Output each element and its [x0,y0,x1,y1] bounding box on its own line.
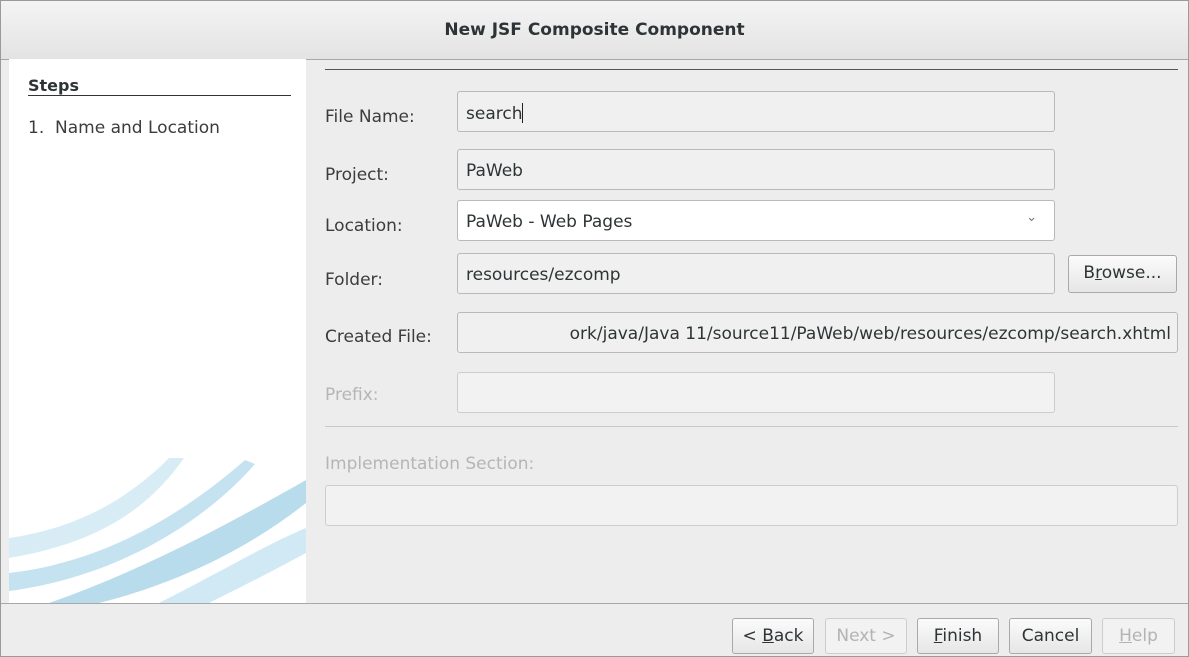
back-button[interactable]: < Back [732,618,814,654]
dialog-title: New JSF Composite Component [444,20,745,40]
step-item-name-and-location: 1. Name and Location [28,118,220,138]
steps-panel: Steps 1. Name and Location [9,59,306,603]
folder-input[interactable]: resources/ezcomp [457,253,1055,294]
project-label: Project: [325,165,389,185]
step-label: Name and Location [55,118,220,138]
help-button[interactable]: Help [1102,618,1175,654]
footer-divider [1,603,1188,604]
top-divider [325,69,1178,70]
text-caret [522,103,524,123]
file-name-value: search [466,104,523,124]
wizard-swoosh-graphic [9,458,306,603]
project-field: PaWeb [457,149,1055,190]
location-select[interactable]: PaWeb - Web Pages ⌄ [457,200,1055,241]
next-button[interactable]: Next > [825,618,907,654]
prefix-input[interactable] [457,372,1055,413]
prefix-label: Prefix: [325,385,379,405]
title-bar[interactable]: New JSF Composite Component [1,1,1188,60]
folder-label: Folder: [325,270,383,290]
created-file-field: ork/java/Java 11/source11/PaWeb/web/reso… [457,312,1178,353]
location-value: PaWeb - Web Pages [466,212,633,232]
created-file-value: ork/java/Java 11/source11/PaWeb/web/reso… [569,324,1171,344]
steps-divider [28,95,291,96]
created-file-label: Created File: [325,327,432,347]
browse-button[interactable]: Browse... [1068,255,1177,293]
steps-heading: Steps [28,76,79,95]
implementation-section-textarea[interactable] [325,485,1178,526]
wizard-dialog: New JSF Composite Component Steps 1. Nam… [0,0,1189,657]
implementation-section-label: Implementation Section: [325,454,535,474]
location-label: Location: [325,216,403,236]
cancel-button[interactable]: Cancel [1009,618,1092,654]
chevron-down-icon[interactable]: ⌄ [1026,210,1037,225]
step-number: 1. [28,118,45,138]
file-name-input[interactable]: search [457,91,1055,132]
finish-button[interactable]: Finish [917,618,999,654]
file-name-label: File Name: [325,107,415,127]
content-panel: File Name: search Project: PaWeb Locatio… [306,59,1188,603]
section-divider [325,426,1178,427]
